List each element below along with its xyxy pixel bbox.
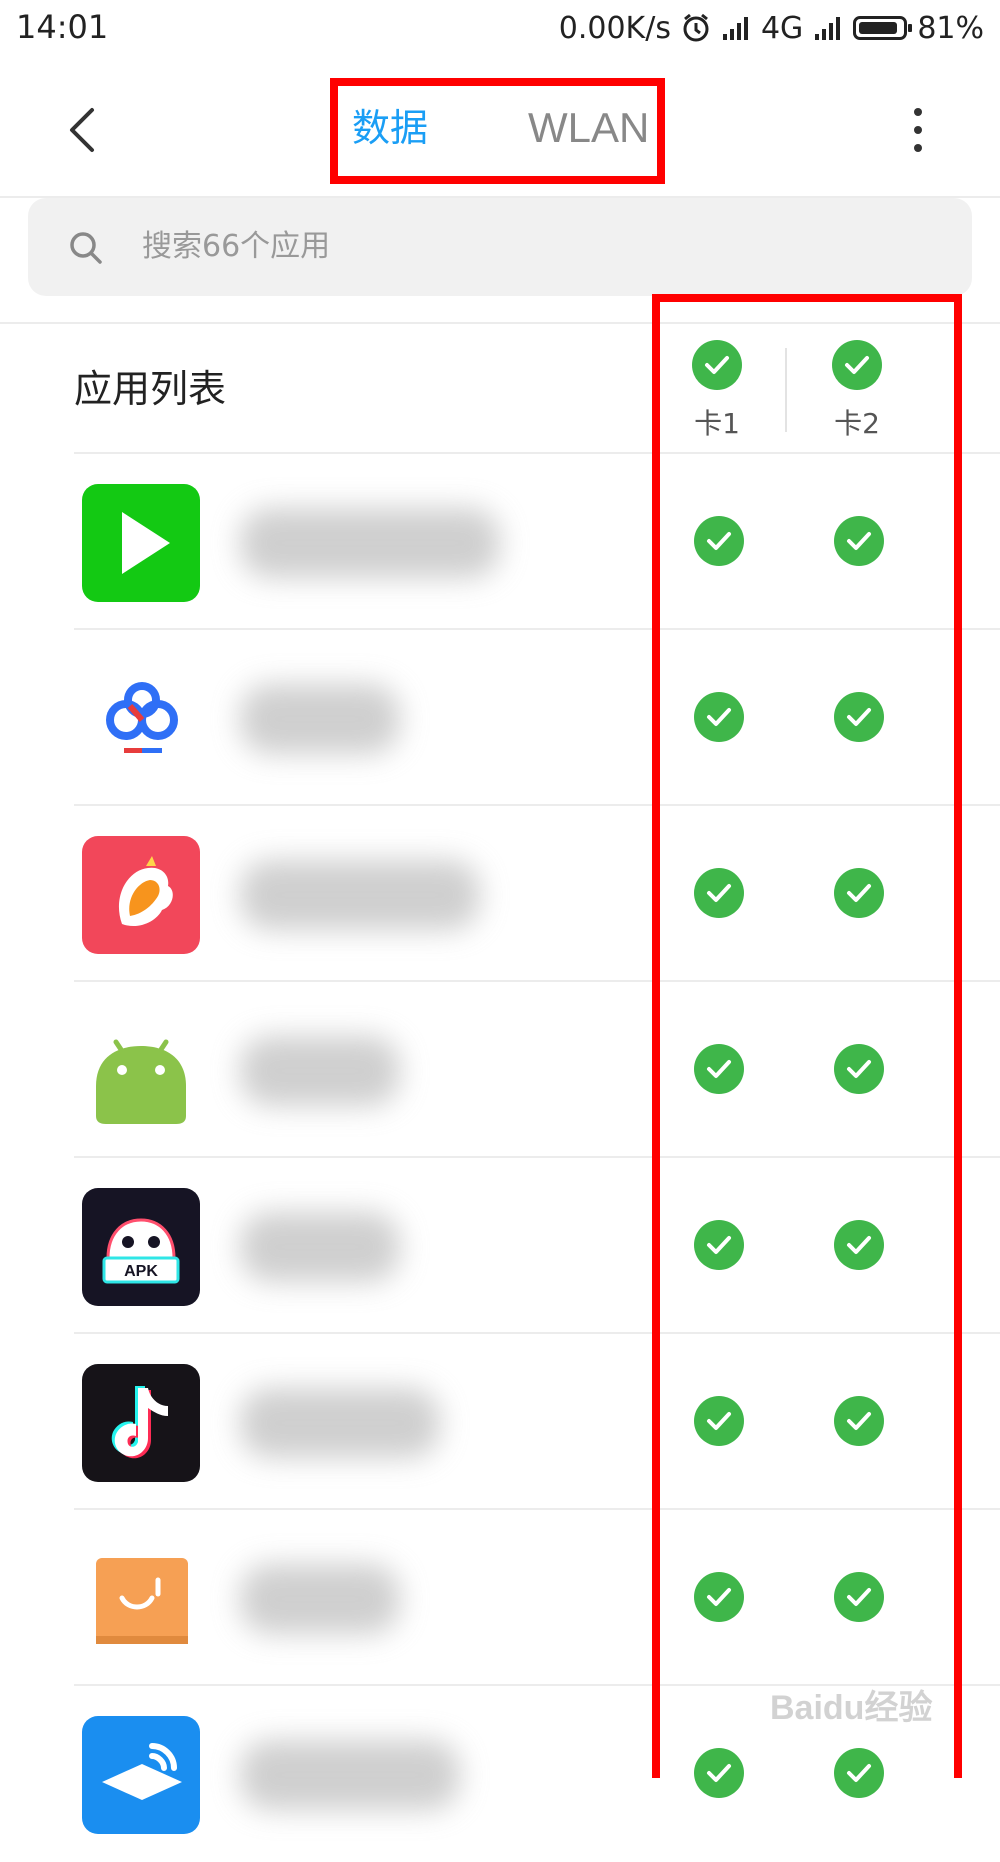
android-icon (82, 1012, 200, 1130)
baidu-cloud-icon (82, 660, 200, 778)
list-header: 应用列表 (74, 367, 227, 411)
education-app-icon (82, 1716, 200, 1834)
more-options-icon[interactable] (898, 100, 938, 160)
app-name-blurred (240, 508, 500, 578)
tabs-highlight-box (330, 78, 665, 184)
battery-icon (853, 16, 913, 40)
reader-book-icon (82, 1540, 200, 1658)
battery-percent: 81% (917, 10, 984, 46)
alarm-icon (683, 13, 709, 42)
watermark: Baidu经验 (770, 1689, 933, 1727)
search-input[interactable]: 搜索66个应用 (28, 198, 972, 296)
signal-icon (722, 17, 748, 40)
app-name-blurred (240, 1564, 400, 1634)
svg-text:APK: APK (124, 1263, 158, 1280)
app-name-blurred (240, 1212, 400, 1282)
signal-icon-2 (815, 17, 841, 40)
app-name-blurred (240, 860, 480, 930)
rooster-app-icon (82, 836, 200, 954)
app-name-blurred (240, 684, 400, 754)
app-name-blurred (240, 1740, 460, 1810)
search-placeholder: 搜索66个应用 (142, 229, 331, 264)
status-bar: 14:01 0.00K/s 4G 81% (0, 0, 1000, 60)
network-type: 4G (760, 10, 804, 46)
apk-installer-icon: APK (82, 1188, 200, 1306)
status-icons: 0.00K/s 4G 81% (559, 8, 984, 48)
tiktok-icon (82, 1364, 200, 1482)
status-time: 14:01 (16, 8, 109, 46)
app-name-blurred (240, 1388, 440, 1458)
play-store-icon (82, 484, 200, 602)
network-speed: 0.00K/s (558, 10, 671, 46)
columns-highlight-box (652, 294, 962, 1778)
app-name-blurred (240, 1036, 400, 1106)
search-icon (70, 232, 102, 264)
back-arrow-icon[interactable] (56, 100, 112, 160)
